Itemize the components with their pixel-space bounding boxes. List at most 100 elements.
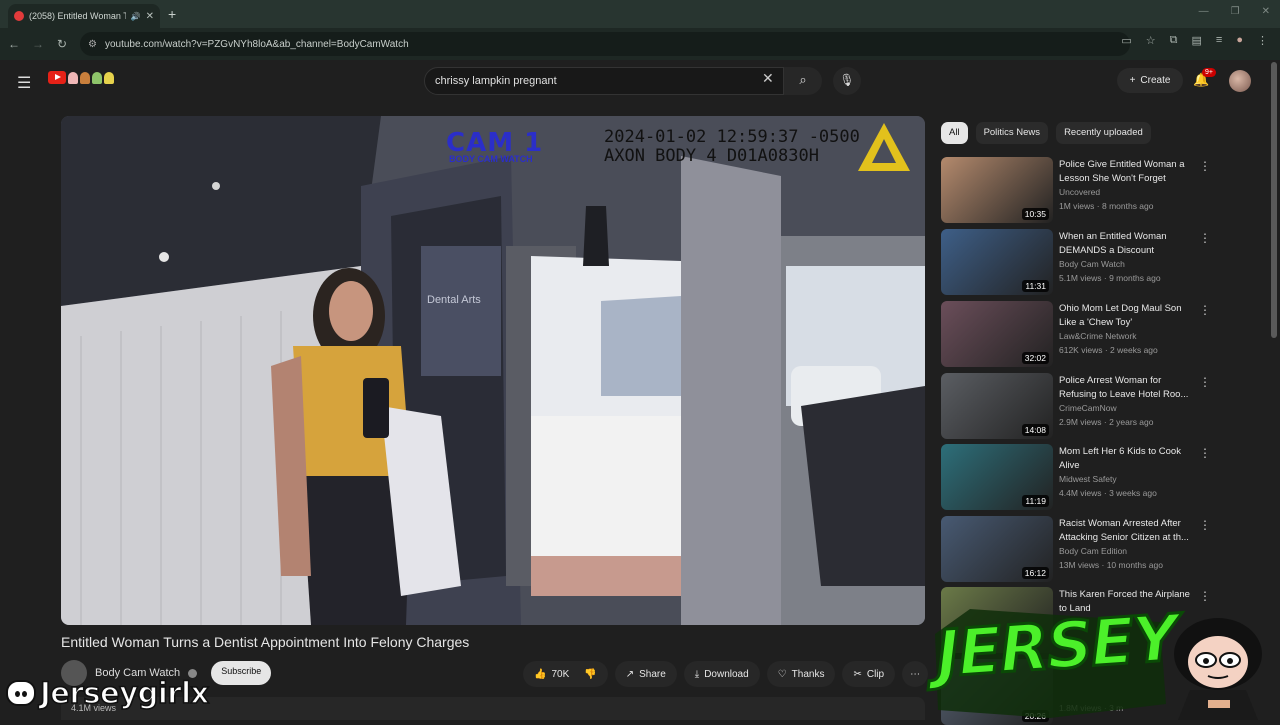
recommendation-card[interactable]: 10:35 Police Give Entitled Woman a Lesson… — [941, 157, 1231, 223]
forward-icon[interactable]: → — [26, 37, 50, 51]
like-button[interactable]: 👍 70K 👎 — [523, 661, 608, 687]
thumbs-up-icon: 👍 — [534, 668, 547, 680]
extensions-icon[interactable]: ⧉ — [1170, 34, 1178, 47]
url-text: youtube.com/watch?v=PZGvNYh8loA&ab_chann… — [104, 38, 409, 50]
more-vert-icon[interactable]: ⋮ — [1199, 375, 1211, 389]
browser-toolbar: ← → ↻ ⚙ youtube.com/watch?v=PZGvNYh8loA&… — [0, 28, 1280, 60]
clear-search-icon[interactable]: ✕ — [762, 70, 774, 87]
subscribe-button[interactable]: Subscribe — [211, 661, 272, 685]
page-scrollbar[interactable] — [1271, 62, 1277, 338]
duration-badge: 11:31 — [1022, 280, 1049, 292]
recommendation-card[interactable]: 11:31 When an Entitled Woman DEMANDS a Di… — [941, 229, 1231, 295]
scissors-icon: ✂ — [853, 668, 862, 680]
back-icon[interactable]: ← — [2, 37, 26, 51]
dislike-icon[interactable]: 👎 — [584, 669, 596, 680]
osd-datetime: 2024-01-02 12:59:37 -0500 — [604, 127, 860, 147]
recommendation-card[interactable]: 11:19 Mom Left Her 6 Kids to Cook Alive Mi… — [941, 444, 1231, 510]
more-vert-icon[interactable]: ⋮ — [1199, 159, 1211, 173]
doodle-figure-icon — [68, 71, 78, 84]
browser-tab[interactable]: (2058) Entitled Woman Turn 🔊 ✕ — [8, 4, 160, 28]
thanks-button[interactable]: ♡ Thanks — [766, 661, 836, 687]
share-label: Share — [639, 668, 666, 680]
bookmark-star-icon[interactable]: ☆ — [1146, 34, 1156, 47]
chip-recently-uploaded[interactable]: Recently uploaded — [1056, 122, 1151, 144]
clip-button[interactable]: ✂ Clip — [842, 661, 896, 687]
share-button[interactable]: ↗ Share — [614, 661, 677, 687]
recommendation-title[interactable]: Police Give Entitled Woman a Lesson She … — [1059, 158, 1191, 186]
new-tab-button[interactable]: + — [168, 6, 176, 22]
site-info-icon[interactable]: ⚙ — [88, 39, 97, 50]
chip-politics-news[interactable]: Politics News — [975, 122, 1049, 144]
more-horiz-icon: ⋯ — [910, 668, 921, 680]
recommendation-meta: 5.1M views · 9 months ago — [1059, 273, 1161, 283]
recommendation-thumbnail[interactable]: 10:35 — [941, 157, 1053, 223]
tab-close-icon[interactable]: ✕ — [146, 11, 154, 22]
recommendation-thumbnail[interactable]: 11:31 — [941, 229, 1053, 295]
microphone-icon: 🎙 — [839, 73, 855, 87]
audio-icon[interactable]: 🔊 — [131, 12, 141, 21]
window-close-icon[interactable]: ✕ — [1262, 6, 1270, 17]
download-icon: ⤓ — [694, 668, 700, 680]
chrome-menu-icon[interactable]: ⋮ — [1257, 34, 1268, 47]
recommendation-thumbnail[interactable]: 16:12 — [941, 516, 1053, 582]
recommendation-meta: 2.9M views · 2 years ago — [1059, 417, 1154, 427]
youtube-logo[interactable] — [48, 71, 114, 84]
doodle-figure-icon — [92, 71, 102, 84]
restore-icon[interactable]: ❐ — [1231, 6, 1240, 17]
more-vert-icon[interactable]: ⋮ — [1199, 589, 1211, 603]
recommendation-title[interactable]: Mom Left Her 6 Kids to Cook Alive — [1059, 445, 1191, 473]
video-frame: Dental Arts — [61, 116, 925, 625]
address-bar[interactable]: ⚙ youtube.com/watch?v=PZGvNYh8loA&ab_cha… — [80, 32, 1130, 56]
account-avatar[interactable] — [1229, 70, 1251, 92]
window-controls: — ❐ ✕ — [1199, 6, 1270, 17]
osd-device-id: AXON BODY 4 D01A0830H — [604, 146, 819, 166]
cast-icon[interactable]: ▭ — [1121, 34, 1131, 47]
osd-timestamp: 2024-01-02 12:59:37 -0500 AXON BODY 4 D0… — [604, 128, 860, 166]
recommendation-title[interactable]: Police Arrest Woman for Refusing to Leav… — [1059, 374, 1191, 402]
sidepanel-icon[interactable]: ▤ — [1192, 34, 1202, 47]
recommendation-thumbnail[interactable]: 14:08 — [941, 373, 1053, 439]
recommendation-channel[interactable]: Body Cam Edition — [1059, 546, 1127, 556]
reading-list-icon[interactable]: ≡ — [1216, 34, 1222, 47]
reload-icon[interactable]: ↻ — [50, 37, 74, 51]
recommendation-card[interactable]: 14:08 Police Arrest Woman for Refusing to… — [941, 373, 1231, 439]
tab-title: (2058) Entitled Woman Turn — [29, 11, 126, 21]
recommendation-card[interactable]: 16:12 Racist Woman Arrested After Attacki… — [941, 516, 1231, 582]
recommendation-channel[interactable]: Midwest Safety — [1059, 474, 1117, 484]
axon-logo-icon — [858, 123, 910, 171]
duration-badge: 11:19 — [1022, 495, 1049, 507]
video-title: Entitled Woman Turns a Dentist Appointme… — [61, 634, 470, 650]
thanks-icon: ♡ — [777, 668, 787, 680]
clip-label: Clip — [866, 668, 885, 680]
more-vert-icon[interactable]: ⋮ — [1199, 231, 1211, 245]
more-vert-icon[interactable]: ⋮ — [1199, 446, 1211, 460]
video-player[interactable]: Dental Arts CAM 1 BODY CAM WATCH 2024-01… — [61, 116, 925, 625]
more-vert-icon[interactable]: ⋮ — [1199, 518, 1211, 532]
chip-all[interactable]: All — [941, 122, 968, 144]
doodle-figure-icon — [80, 71, 90, 84]
recommendation-channel[interactable]: Body Cam Watch — [1059, 259, 1125, 269]
more-vert-icon[interactable]: ⋮ — [1199, 303, 1211, 317]
recommendation-card[interactable]: 32:02 Ohio Mom Let Dog Maul Son Like a 'C… — [941, 301, 1231, 367]
recommendation-channel[interactable]: CrimeCamNow — [1059, 403, 1117, 413]
plus-icon: + — [1129, 75, 1136, 86]
duration-badge: 10:35 — [1021, 208, 1049, 220]
profile-avatar-icon[interactable]: ● — [1236, 34, 1243, 47]
download-button[interactable]: ⤓ Download — [683, 661, 760, 687]
more-actions-button[interactable]: ⋯ — [902, 661, 929, 687]
create-button[interactable]: + Create — [1117, 68, 1183, 93]
minimize-icon[interactable]: — — [1199, 6, 1209, 17]
recommendation-title[interactable]: When an Entitled Woman DEMANDS a Discoun… — [1059, 230, 1191, 258]
youtube-play-icon — [48, 71, 66, 84]
recommendation-thumbnail[interactable]: 32:02 — [941, 301, 1053, 367]
recommendation-thumbnail[interactable]: 11:19 — [941, 444, 1053, 510]
youtube-favicon-icon — [14, 11, 24, 21]
menu-icon[interactable]: ☰ — [17, 73, 31, 93]
recommendation-channel[interactable]: Uncovered — [1059, 187, 1100, 197]
voice-search-button[interactable]: 🎙 — [833, 67, 861, 95]
search-button[interactable]: ⌕ — [784, 67, 822, 95]
recommendation-channel[interactable]: Law&Crime Network — [1059, 331, 1136, 341]
search-input[interactable]: chrissy lampkin pregnant — [424, 67, 784, 95]
recommendation-title[interactable]: Ohio Mom Let Dog Maul Son Like a 'Chew T… — [1059, 302, 1191, 330]
recommendation-title[interactable]: Racist Woman Arrested After Attacking Se… — [1059, 517, 1191, 545]
